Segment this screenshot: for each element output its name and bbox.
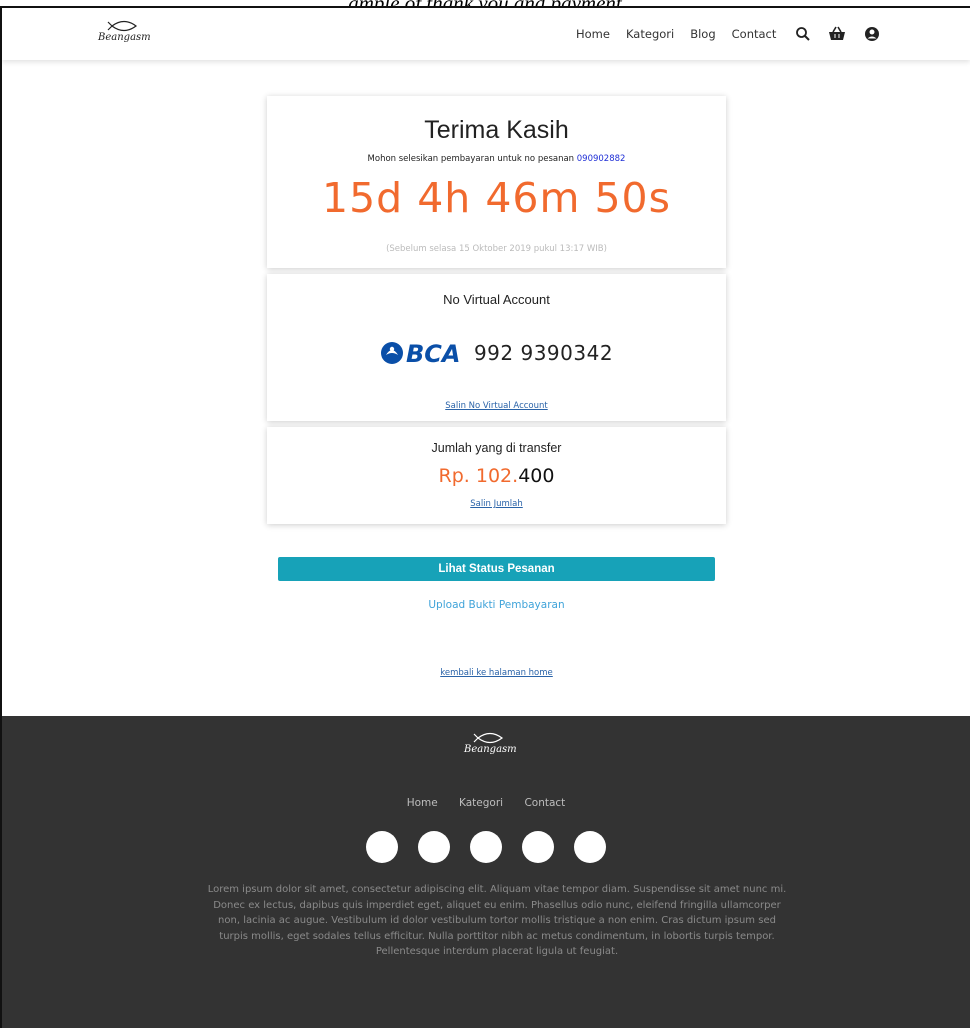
payment-deadline: (Sebelum selasa 15 Oktober 2019 pukul 13… (386, 244, 607, 254)
footer-nav-contact[interactable]: Contact (524, 797, 565, 809)
social-icon[interactable] (418, 831, 450, 863)
main-nav: Home Kategori Blog Contact (576, 8, 792, 60)
footer-description: Lorem ipsum dolor sit amet, consectetur … (207, 884, 787, 957)
footer-nav-home[interactable]: Home (407, 797, 438, 809)
transfer-amount-title: Jumlah yang di transfer (431, 441, 562, 455)
footer-nav: Home Kategori Contact (2, 797, 970, 809)
search-icon[interactable] (795, 26, 811, 42)
bca-logo-icon: BCA (380, 340, 460, 367)
social-icon[interactable] (470, 831, 502, 863)
view-order-status-button[interactable]: Lihat Status Pesanan (278, 557, 715, 581)
transfer-amount-main: Rp. 102. (438, 465, 519, 487)
page-title: Terima Kasih (424, 116, 569, 144)
social-icon[interactable] (366, 831, 398, 863)
upload-payment-proof-link[interactable]: Upload Bukti Pembayaran (267, 599, 726, 611)
nav-contact[interactable]: Contact (732, 27, 777, 41)
virtual-account-card: No Virtual Account BCA 992 9390342 Salin… (267, 274, 726, 421)
nav-blog[interactable]: Blog (690, 27, 715, 41)
copy-amount-wrapper: Salin Jumlah (267, 491, 726, 510)
nav-home[interactable]: Home (576, 27, 610, 41)
navbar: Beangasm Home Kategori Blog Contact (2, 8, 970, 60)
bank-name: BCA (406, 340, 460, 367)
order-number: 090902882 (576, 154, 626, 164)
footer-brand-name: Beangasm (464, 744, 517, 755)
footer-brand-logo[interactable]: Beangasm (464, 728, 528, 764)
virtual-account-number: 992 9390342 (473, 341, 614, 365)
footer-nav-kategori[interactable]: Kategori (459, 797, 503, 809)
back-to-home-link[interactable]: kembali ke halaman home (267, 668, 726, 678)
basket-icon[interactable] (828, 26, 846, 42)
payment-countdown: 15d 4h 46m 50s (321, 174, 671, 222)
footer: Beangasm Home Kategori Contact Lorem ips… (2, 716, 970, 1028)
transfer-amount-card: Jumlah yang di transfer Rp. 102.400 Sali… (267, 427, 726, 524)
copy-virtual-account-link[interactable]: Salin No Virtual Account (445, 401, 547, 411)
user-icon[interactable] (864, 26, 880, 42)
brand-name: Beangasm (98, 32, 151, 43)
copy-amount-link[interactable]: Salin Jumlah (470, 499, 523, 509)
virtual-account-title: No Virtual Account (443, 292, 550, 307)
bank-account-row: BCA 992 9390342 (267, 338, 726, 368)
transfer-amount: Rp. 102.400 (267, 465, 726, 487)
thanks-card: Terima Kasih Mohon selesikan pembayaran … (267, 96, 726, 268)
copy-va-wrapper: Salin No Virtual Account (267, 393, 726, 412)
social-links (2, 831, 970, 863)
order-instruction-text: Mohon selesikan pembayaran untuk no pesa… (367, 154, 575, 164)
order-instruction: Mohon selesikan pembayaran untuk no pesa… (267, 154, 726, 164)
nav-kategori[interactable]: Kategori (626, 27, 674, 41)
browser-frame: Beangasm Home Kategori Blog Contact Teri… (0, 6, 970, 1028)
social-icon[interactable] (522, 831, 554, 863)
social-icon[interactable] (574, 831, 606, 863)
transfer-amount-tail: 400 (518, 465, 555, 487)
brand-logo[interactable]: Beangasm (98, 16, 162, 52)
